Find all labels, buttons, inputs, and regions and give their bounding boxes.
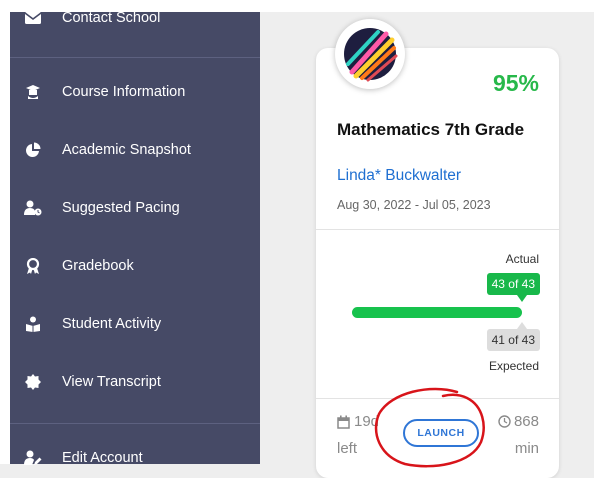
certificate-icon xyxy=(24,373,42,391)
user-edit-icon xyxy=(24,449,42,467)
calendar-icon xyxy=(337,415,350,429)
sidebar-item-course-information[interactable]: Course Information xyxy=(10,72,260,112)
course-grade: 95% xyxy=(492,70,539,96)
sidebar-item-label: Suggested Pacing xyxy=(62,200,180,216)
progress-bar-fill xyxy=(352,307,522,318)
expected-label: Expected xyxy=(488,359,539,373)
user-book-icon xyxy=(24,315,42,333)
progress-bar xyxy=(352,307,522,318)
sidebar-item-label: View Transcript xyxy=(62,374,161,390)
course-dates: Aug 30, 2022 - Jul 05, 2023 xyxy=(337,198,491,212)
course-title[interactable]: Mathematics 7th Grade xyxy=(337,120,547,140)
minutes-spent: 868 xyxy=(498,413,539,430)
expected-badge-pointer xyxy=(517,322,527,329)
sidebar-item-label: Gradebook xyxy=(62,258,134,274)
pie-chart-icon xyxy=(24,141,42,159)
actual-progress-badge: 43 of 43 xyxy=(486,273,540,295)
course-logo xyxy=(335,19,405,89)
sidebar: Contact School Course Information Academ… xyxy=(10,10,260,466)
minutes-value: 868 xyxy=(513,413,539,430)
sidebar-item-academic-snapshot[interactable]: Academic Snapshot xyxy=(10,130,260,170)
award-icon xyxy=(24,257,42,275)
sidebar-item-label: Course Information xyxy=(62,84,186,100)
envelope-icon xyxy=(24,9,42,27)
left-strip xyxy=(0,0,10,464)
card-divider xyxy=(316,229,559,230)
card-divider xyxy=(316,398,559,399)
days-remaining-unit: left xyxy=(337,440,358,457)
sidebar-divider xyxy=(10,423,260,424)
days-remaining-value: 19d xyxy=(354,413,380,430)
sidebar-item-label: Academic Snapshot xyxy=(62,142,191,158)
sidebar-item-contact-school[interactable]: Contact School xyxy=(10,0,260,38)
course-logo-icon xyxy=(344,28,398,82)
actual-label: Actual xyxy=(505,252,539,266)
actual-badge-pointer xyxy=(517,295,527,302)
days-remaining: 19d xyxy=(337,413,379,430)
sidebar-item-edit-account[interactable]: Edit Account xyxy=(10,438,260,478)
sidebar-item-label: Student Activity xyxy=(62,316,162,332)
sidebar-item-gradebook[interactable]: Gradebook xyxy=(10,246,260,286)
sidebar-item-student-activity[interactable]: Student Activity xyxy=(10,304,260,344)
sidebar-item-view-transcript[interactable]: View Transcript xyxy=(10,362,260,402)
expected-progress-badge: 41 of 43 xyxy=(486,329,540,351)
sidebar-item-suggested-pacing[interactable]: Suggested Pacing xyxy=(10,188,260,228)
sidebar-item-label: Contact School xyxy=(62,10,161,26)
clock-icon xyxy=(498,415,511,428)
graduation-cap-icon xyxy=(24,83,42,101)
minutes-unit: min xyxy=(514,440,539,457)
user-clock-icon xyxy=(24,199,42,217)
sidebar-divider xyxy=(10,57,260,58)
teacher-link[interactable]: Linda* Buckwalter xyxy=(337,167,461,185)
launch-button[interactable]: LAUNCH xyxy=(403,419,479,447)
